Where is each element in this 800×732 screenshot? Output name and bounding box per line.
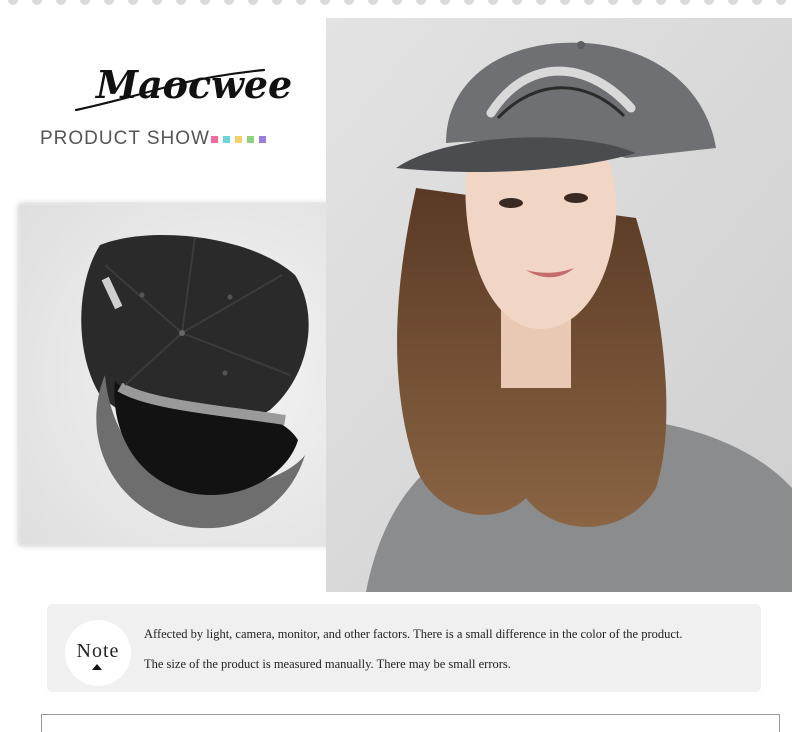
top-dot [656,0,666,5]
top-dot [536,0,546,5]
top-dot [416,0,426,5]
top-dot [56,0,66,5]
top-dot [8,0,18,5]
brand-logo-mark: Maocwee [74,62,292,112]
top-dot [152,0,162,5]
bottom-section-frame [41,714,780,732]
top-dot [704,0,714,5]
cap-underside-photo [19,204,361,545]
top-dot [512,0,522,5]
top-dot [464,0,474,5]
top-dot [272,0,282,5]
top-dot [32,0,42,5]
top-dot [440,0,450,5]
note-label: Note [76,640,120,662]
top-dot [584,0,594,5]
top-dot [368,0,378,5]
top-dot [128,0,138,5]
top-dot [728,0,738,5]
caret-up-icon [92,664,102,670]
brand-logo: Maocwee [74,52,294,122]
top-dot [296,0,306,5]
top-dot [488,0,498,5]
top-dot [176,0,186,5]
top-dot [344,0,354,5]
model-wearing-cap-photo [326,18,792,592]
top-dot [608,0,618,5]
note-badge: Note [65,620,131,686]
section-title: PRODUCT SHOW [40,128,210,149]
top-dot [80,0,90,5]
color-swatch [211,136,218,143]
top-dot [560,0,570,5]
top-decorative-dots [0,0,800,12]
note-text-line-1: Affected by light, camera, monitor, and … [144,627,683,641]
top-dot [776,0,786,5]
top-dot [752,0,762,5]
top-dot [224,0,234,5]
color-swatch [235,136,242,143]
color-swatch [223,136,230,143]
top-dot [200,0,210,5]
color-swatch [259,136,266,143]
top-dot [632,0,642,5]
logo-lettering: Maocwee [94,62,292,107]
top-dot [320,0,330,5]
top-dot [392,0,402,5]
note-text-line-2: The size of the product is measured manu… [144,657,511,671]
top-dot [248,0,258,5]
top-dot [104,0,114,5]
color-swatch [247,136,254,143]
note-panel: Note Affected by light, camera, monitor,… [47,604,761,692]
top-dot [680,0,690,5]
